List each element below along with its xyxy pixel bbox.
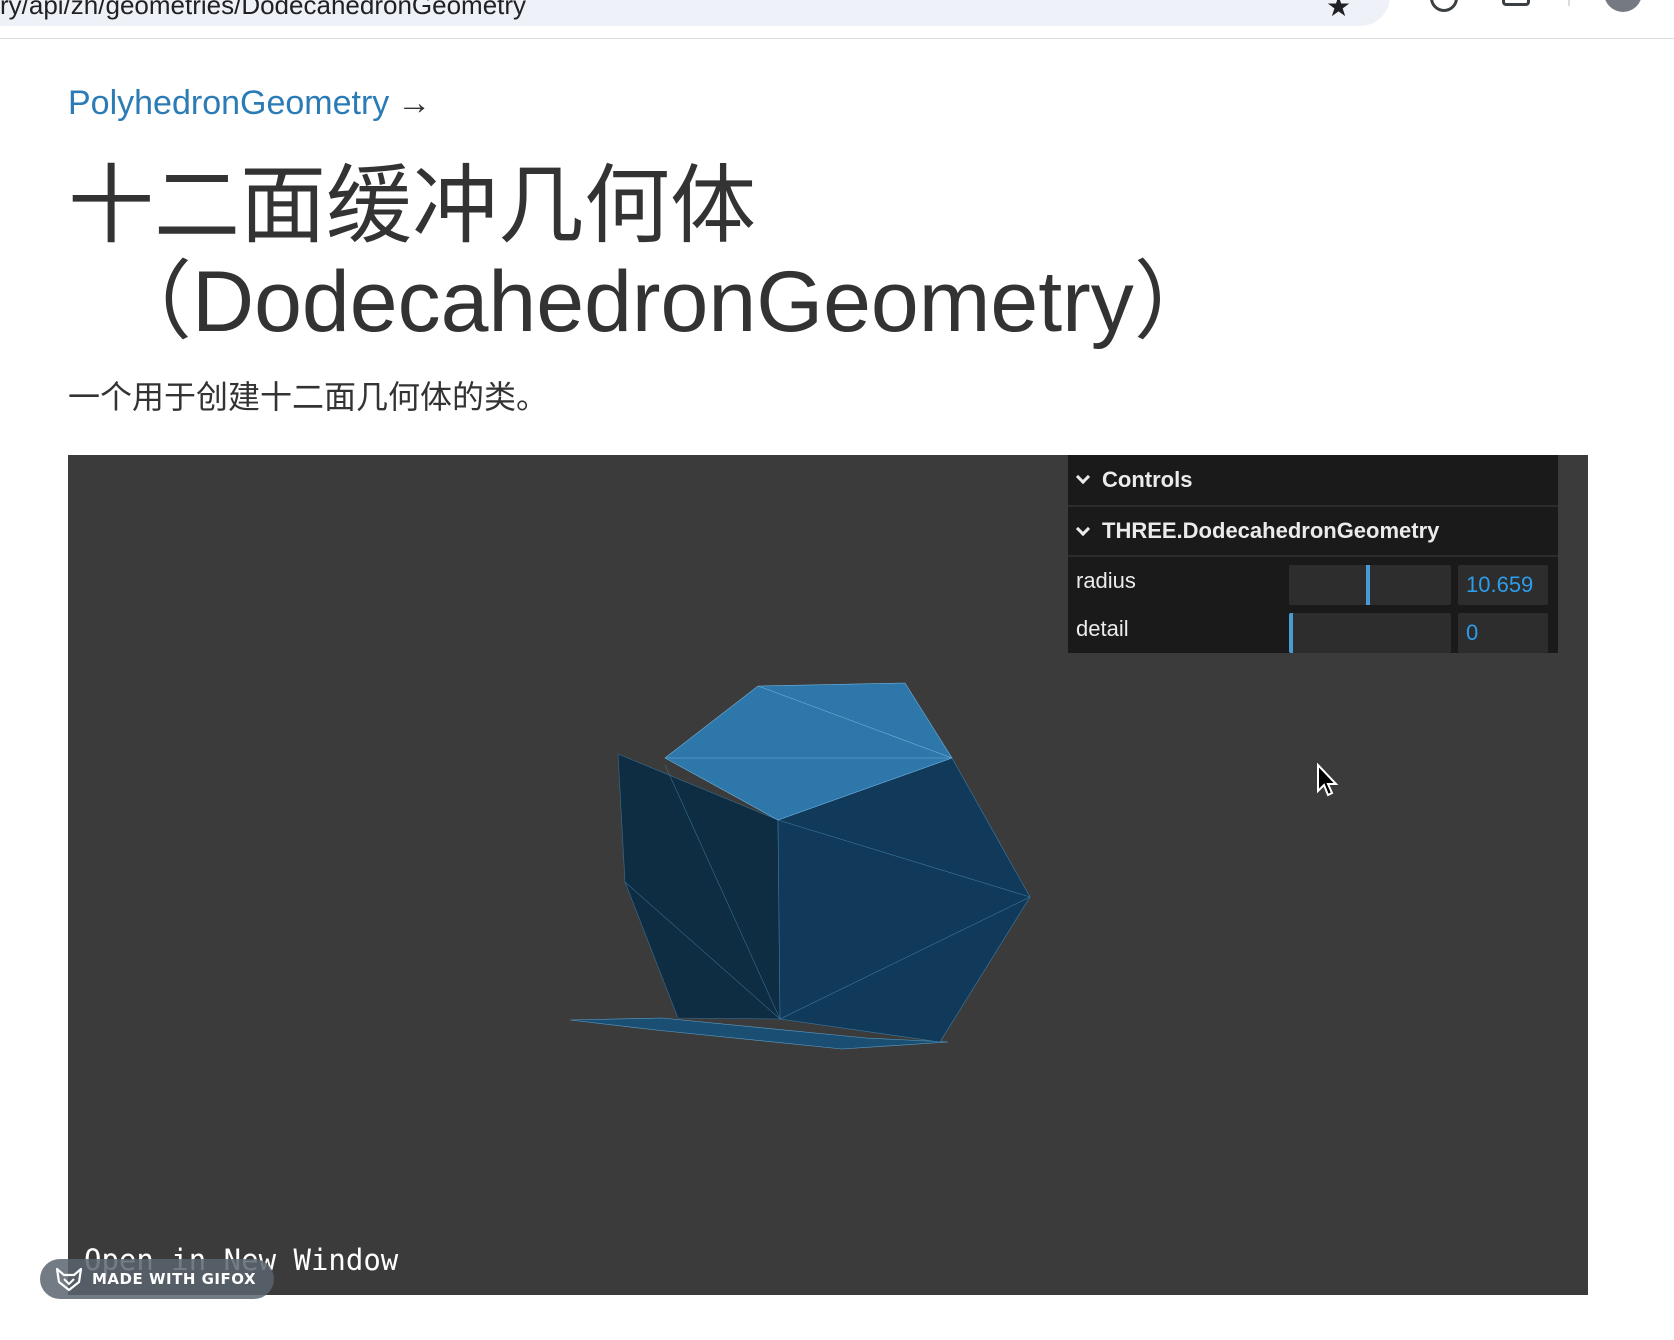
controls-title: Controls [1102, 467, 1193, 492]
radius-slider[interactable] [1289, 565, 1451, 605]
controls-header[interactable]: Controls [1068, 455, 1558, 507]
radius-label: radius [1076, 568, 1136, 593]
geometry-folder-header[interactable]: THREE.DodecahedronGeometry [1068, 507, 1558, 557]
radius-row: radius 10.659 [1068, 557, 1558, 605]
detail-row: detail 0 [1068, 605, 1558, 653]
gui-rows: radius 10.659 detail 0 [1068, 557, 1558, 653]
radius-slider-fill [1289, 565, 1370, 605]
extension-icon[interactable] [1430, 0, 1458, 12]
detail-slider-fill [1289, 613, 1293, 653]
3d-viewport[interactable]: Controls THREE.DodecahedronGeometry radi… [68, 455, 1588, 1295]
gifox-logo-icon [55, 1267, 83, 1292]
browser-toolbar: ry/api/zh/geometries/DodecahedronGeometr… [0, 0, 1674, 39]
toolbar-divider [1568, 0, 1570, 6]
chevron-down-icon [1075, 521, 1091, 537]
arrow-right-icon: → [397, 84, 432, 122]
breadcrumb-link[interactable]: PolyhedronGeometry → [68, 84, 431, 123]
page-title: 十二面缓冲几何体 （DodecahedronGeometry） [68, 158, 1220, 350]
page-title-english: （DodecahedronGeometry） [106, 254, 1220, 350]
controls-panel: Controls THREE.DodecahedronGeometry radi… [1068, 455, 1558, 653]
detail-input[interactable]: 0 [1458, 613, 1548, 653]
mouse-cursor-icon [1317, 763, 1339, 797]
gifox-badge-text: MADE WITH GIFOX [92, 1270, 257, 1288]
star-icon[interactable]: ★ [1326, 0, 1351, 23]
page-title-chinese: 十二面缓冲几何体 [68, 158, 756, 254]
address-bar[interactable]: ry/api/zh/geometries/DodecahedronGeometr… [0, 0, 1390, 26]
detail-slider[interactable] [1289, 613, 1451, 653]
radius-input[interactable]: 10.659 [1458, 565, 1548, 605]
page-description: 一个用于创建十二面几何体的类。 [68, 379, 549, 415]
gifox-badge: MADE WITH GIFOX [40, 1259, 275, 1299]
address-text: ry/api/zh/geometries/DodecahedronGeometr… [0, 0, 527, 20]
profile-avatar[interactable] [1604, 0, 1642, 12]
breadcrumb-label: PolyhedronGeometry [68, 84, 390, 122]
downloads-icon[interactable] [1502, 0, 1530, 6]
geometry-folder-title: THREE.DodecahedronGeometry [1102, 518, 1440, 543]
detail-label: detail [1076, 616, 1129, 641]
chevron-down-icon [1075, 469, 1091, 485]
